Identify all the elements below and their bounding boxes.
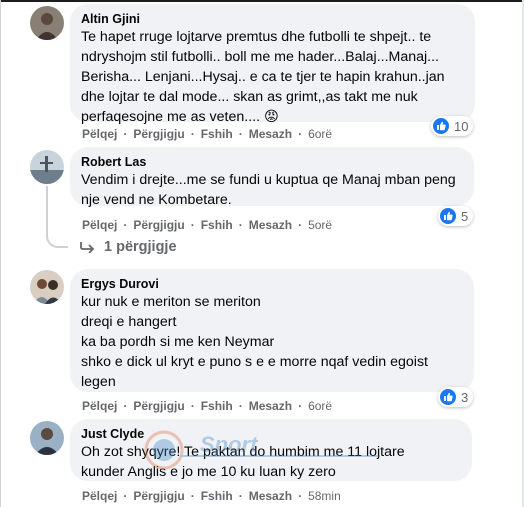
message-button[interactable]: Mesazh xyxy=(249,489,292,503)
view-replies-link[interactable]: 1 përgjigje xyxy=(80,239,177,255)
like-button[interactable]: Pëlqej xyxy=(82,399,117,413)
separator: · xyxy=(298,399,303,413)
angry-emoji-icon: 😡 xyxy=(263,109,279,125)
thumbs-up-icon xyxy=(440,389,456,405)
separator: · xyxy=(123,489,128,503)
comment-actions: Pëlqej · Përgjigju · Fshih · Mesazh · 6orë xyxy=(82,399,338,413)
comment-bubble: Robert Las Vendim i drejte...me se fundi… xyxy=(70,147,474,208)
comment-text: Vendim i drejte...me se fundi u kuptua q… xyxy=(81,172,456,208)
reply-arrow-icon xyxy=(80,242,95,253)
comment-bubble: Altin Gjini Te hapet rruge lojtarve prem… xyxy=(70,4,475,125)
comment-author[interactable]: Altin Gjini xyxy=(81,11,464,27)
reaction-count: 5 xyxy=(461,208,469,224)
message-button[interactable]: Mesazh xyxy=(249,399,292,413)
comment-bubble: Just Clyde Oh zot shyqyre! Te paktan do … xyxy=(70,419,472,481)
timestamp[interactable]: 6orë xyxy=(308,127,332,141)
separator: · xyxy=(238,127,243,141)
separator: · xyxy=(298,218,303,232)
avatar[interactable] xyxy=(30,421,64,455)
avatar[interactable] xyxy=(30,270,64,304)
hide-button[interactable]: Fshih xyxy=(201,218,233,232)
comment-author[interactable]: Just Clyde xyxy=(81,426,461,442)
timestamp[interactable]: 6orë xyxy=(308,399,332,413)
reply-button[interactable]: Përgjigju xyxy=(133,489,184,503)
hide-button[interactable]: Fshih xyxy=(201,399,233,413)
reply-thread-line xyxy=(46,186,48,236)
reaction-count-badge[interactable]: 5 xyxy=(438,206,474,226)
comment-text: kur nuk e meriton se meriton dreqi e han… xyxy=(81,294,428,390)
thumbs-up-icon xyxy=(440,208,456,224)
separator: · xyxy=(123,218,128,232)
message-button[interactable]: Mesazh xyxy=(249,218,292,232)
like-button[interactable]: Pëlqej xyxy=(82,489,117,503)
thumbs-up-icon xyxy=(433,118,449,134)
comment-author[interactable]: Robert Las xyxy=(81,154,463,170)
separator: · xyxy=(190,489,195,503)
timestamp[interactable]: 5orë xyxy=(308,218,332,232)
reply-button[interactable]: Përgjigju xyxy=(133,218,184,232)
separator: · xyxy=(190,399,195,413)
comment-text: Te hapet rruge lojtarve premtus dhe futb… xyxy=(81,29,445,125)
reply-button[interactable]: Përgjigju xyxy=(133,127,184,141)
comment-bubble: Ergys Durovi kur nuk e meriton se merito… xyxy=(70,269,474,392)
comment-author[interactable]: Ergys Durovi xyxy=(81,276,463,292)
separator: · xyxy=(238,218,243,232)
reaction-count: 3 xyxy=(461,389,469,405)
like-button[interactable]: Pëlqej xyxy=(82,127,117,141)
window-left-edge xyxy=(0,0,1,507)
comment-text: Oh zot shyqyre! Te paktan do humbim me 1… xyxy=(81,444,405,480)
avatar[interactable] xyxy=(30,6,64,40)
message-button[interactable]: Mesazh xyxy=(249,127,292,141)
separator: · xyxy=(123,399,128,413)
comment-actions: Pëlqej · Përgjigju · Fshih · Mesazh · 6orë xyxy=(82,127,338,141)
reply-thread-curve xyxy=(46,234,68,248)
hide-button[interactable]: Fshih xyxy=(201,127,233,141)
separator: · xyxy=(298,127,303,141)
reply-button[interactable]: Përgjigju xyxy=(133,399,184,413)
hide-button[interactable]: Fshih xyxy=(201,489,233,503)
separator: · xyxy=(238,399,243,413)
window-top-edge xyxy=(0,0,524,2)
like-button[interactable]: Pëlqej xyxy=(82,218,117,232)
reaction-count-badge[interactable]: 10 xyxy=(431,116,474,136)
separator: · xyxy=(238,489,243,503)
reaction-count-badge[interactable]: 3 xyxy=(438,387,474,407)
separator: · xyxy=(298,489,303,503)
avatar[interactable] xyxy=(30,150,64,184)
comment-actions: Pëlqej · Përgjigju · Fshih · Mesazh · 58min xyxy=(82,489,347,503)
separator: · xyxy=(190,218,195,232)
separator: · xyxy=(190,127,195,141)
replies-count-label: 1 përgjigje xyxy=(104,239,177,255)
timestamp[interactable]: 58min xyxy=(308,489,341,503)
reaction-count: 10 xyxy=(454,118,469,134)
separator: · xyxy=(123,127,128,141)
comment-actions: Pëlqej · Përgjigju · Fshih · Mesazh · 5orë xyxy=(82,218,338,232)
